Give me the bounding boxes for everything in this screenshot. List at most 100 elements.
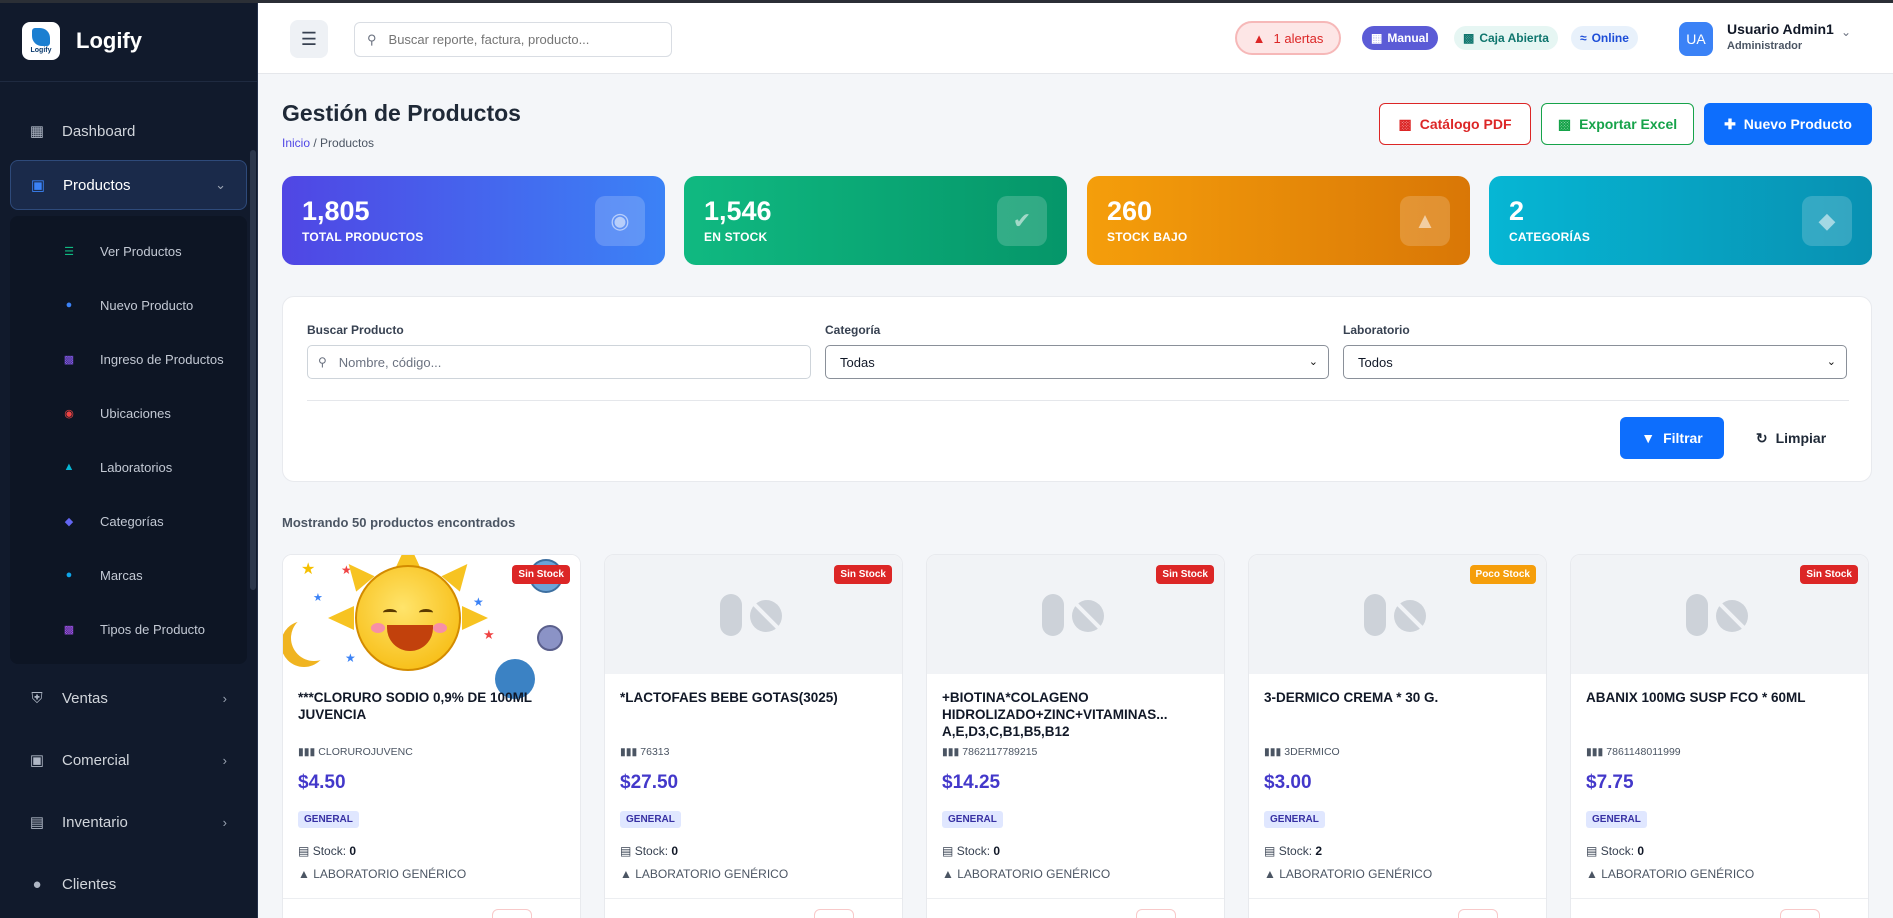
product-stock: ▤ Stock: 0	[298, 844, 356, 858]
breadcrumb-separator: /	[310, 136, 321, 150]
product-card[interactable]: Sin Stock *LACTOFAES BEBE GOTAS(3025) ▮▮…	[604, 554, 903, 918]
product-name[interactable]: 3-DERMICO CREMA * 30 G.	[1264, 689, 1534, 706]
product-code-value: 76313	[640, 746, 670, 758]
product-code: ▮▮▮ 7862117789215	[942, 746, 1037, 758]
submenu-item-categorias[interactable]: ◆ Categorías	[10, 494, 247, 548]
catalog-pdf-button[interactable]: ▩ Catálogo PDF	[1379, 103, 1531, 145]
product-name[interactable]: +BIOTINA*COLAGENO HIDROLIZADO+ZINC+VITAM…	[942, 689, 1212, 740]
export-excel-button[interactable]: ▩ Exportar Excel	[1541, 103, 1694, 145]
submenu-item-laboratorios[interactable]: ▲ Laboratorios	[10, 440, 247, 494]
product-image: ★ ★ ★ ★ ★ ★ Sin Stock	[283, 555, 580, 699]
product-code: ▮▮▮ CLORUROJUVENC	[298, 746, 413, 758]
product-search-input[interactable]: ⚲ Nombre, código...	[307, 345, 811, 379]
flask-icon: ▲	[1264, 867, 1276, 881]
barcode-icon: ▮▮▮	[1586, 746, 1604, 758]
stat-label: EN STOCK	[704, 230, 768, 244]
users-icon: ●	[32, 875, 42, 893]
file-excel-icon: ▩	[1557, 115, 1572, 132]
manual-label: Manual	[1387, 31, 1429, 45]
card-footer-divider	[283, 898, 580, 899]
sidebar-nav: ▦ Dashboard ▣ Productos ⌄ ☰ Ver Producto…	[0, 82, 257, 912]
submenu-item-nuevo-producto[interactable]: ● Nuevo Producto	[10, 278, 247, 332]
menu-toggle-button[interactable]: ☰	[290, 20, 328, 58]
clear-button[interactable]: ↻ Limpiar	[1739, 417, 1843, 459]
product-code: ▮▮▮ 7861148011999	[1586, 746, 1681, 758]
product-name[interactable]: ***CLORURO SODIO 0,9% DE 100ML JUVENCIA	[298, 689, 568, 723]
chevron-down-icon: ⌄	[215, 177, 226, 192]
product-card[interactable]: Poco Stock 3-DERMICO CREMA * 30 G. ▮▮▮ 3…	[1248, 554, 1547, 918]
product-card[interactable]: ★ ★ ★ ★ ★ ★ Sin Stock ***CLORURO SODIO 0	[282, 554, 581, 918]
stock-label: Stock:	[1278, 844, 1313, 858]
star-icon: ★	[313, 592, 323, 604]
submenu-label: Ubicaciones	[100, 405, 171, 421]
sidebar-item-label: Inventario	[62, 813, 128, 831]
global-search[interactable]: ⚲	[354, 22, 672, 57]
sidebar-item-productos[interactable]: ▣ Productos ⌄	[10, 160, 247, 210]
breadcrumb-current: Productos	[320, 136, 375, 150]
sidebar-item-ventas[interactable]: ⛨ Ventas ›	[10, 670, 247, 726]
product-search-placeholder: Nombre, código...	[338, 354, 442, 370]
global-search-input[interactable]	[388, 32, 649, 47]
category-select[interactable]: Todas ⌄	[825, 345, 1329, 379]
lab-name: LABORATORIO GENÉRICO	[635, 867, 789, 881]
new-product-button[interactable]: ✚ Nuevo Producto	[1704, 103, 1872, 145]
alerts-badge[interactable]: ▲ 1 alertas	[1235, 21, 1341, 55]
caja-status-badge[interactable]: ▩ Caja Abierta	[1454, 26, 1558, 50]
barcode-icon: ▮▮▮	[1264, 746, 1282, 758]
manual-badge[interactable]: ▦ Manual	[1362, 26, 1438, 50]
filter-button[interactable]: ▼ Filtrar	[1620, 417, 1724, 459]
sidebar-item-comercial[interactable]: ▣ Comercial ›	[10, 732, 247, 788]
cubes-icon: ▩	[63, 623, 75, 636]
sidebar-item-inventario[interactable]: ▤ Inventario ›	[10, 794, 247, 850]
sidebar-item-dashboard[interactable]: ▦ Dashboard	[10, 106, 247, 156]
planet-illustration	[537, 625, 563, 651]
stock-status-badge: Sin Stock	[512, 565, 570, 584]
product-stock: ▤ Stock: 0	[942, 844, 1000, 858]
search-icon: ⚲	[318, 355, 327, 369]
lab-name: LABORATORIO GENÉRICO	[1279, 867, 1433, 881]
card-footer-divider	[605, 898, 902, 899]
warehouse-icon: ▤	[29, 814, 45, 831]
stock-label: Stock:	[634, 844, 669, 858]
brand[interactable]: Logify Logify	[0, 0, 257, 82]
sun-illustration	[355, 565, 461, 671]
lab-selected-value: Todos	[1358, 354, 1393, 370]
card-action-button[interactable]	[1458, 909, 1498, 918]
category-badge: GENERAL	[620, 811, 681, 828]
chevron-right-icon: ›	[222, 814, 227, 830]
avatar[interactable]: UA	[1679, 22, 1713, 56]
flask-icon: ▲	[1586, 867, 1598, 881]
warehouse-icon: ▤	[298, 844, 310, 858]
product-name[interactable]: *LACTOFAES BEBE GOTAS(3025)	[620, 689, 890, 706]
plus-icon: ✚	[1724, 115, 1736, 132]
lab-name: LABORATORIO GENÉRICO	[313, 867, 467, 881]
product-name[interactable]: ABANIX 100MG SUSP FCO * 60ML	[1586, 689, 1856, 706]
product-price: $27.50	[620, 772, 679, 793]
product-price: $4.50	[298, 772, 346, 793]
pills-icon: ◉	[595, 196, 645, 246]
card-action-button[interactable]	[1136, 909, 1176, 918]
sidebar-item-clientes[interactable]: ● Clientes	[10, 856, 247, 912]
search-icon: ⚲	[367, 31, 377, 47]
sidebar-item-label: Dashboard	[62, 122, 136, 140]
card-action-button[interactable]	[492, 909, 532, 918]
product-card[interactable]: Sin Stock ABANIX 100MG SUSP FCO * 60ML ▮…	[1570, 554, 1869, 918]
submenu-item-tipos[interactable]: ▩ Tipos de Producto	[10, 602, 247, 656]
category-badge: GENERAL	[1586, 811, 1647, 828]
card-action-button[interactable]	[1780, 909, 1820, 918]
submenu-item-ingreso[interactable]: ▩ Ingreso de Productos	[10, 332, 247, 386]
chevron-down-icon[interactable]: ⌄	[1841, 25, 1851, 39]
breadcrumb: Inicio / Productos	[282, 136, 374, 150]
user-name[interactable]: Usuario Admin1	[1727, 21, 1834, 37]
stock-value: 2	[1315, 844, 1323, 858]
product-card[interactable]: Sin Stock +BIOTINA*COLAGENO HIDROLIZADO+…	[926, 554, 1225, 918]
submenu-item-ubicaciones[interactable]: ◉ Ubicaciones	[10, 386, 247, 440]
breadcrumb-home-link[interactable]: Inicio	[282, 136, 310, 150]
lab-select[interactable]: Todos ⌄	[1343, 345, 1847, 379]
sidebar-scrollbar[interactable]	[250, 150, 256, 590]
submenu-item-ver-productos[interactable]: ☰ Ver Productos	[10, 224, 247, 278]
card-footer-divider	[927, 898, 1224, 899]
submenu-label: Laboratorios	[100, 459, 173, 475]
submenu-item-marcas[interactable]: ● Marcas	[10, 548, 247, 602]
card-action-button[interactable]	[814, 909, 854, 918]
